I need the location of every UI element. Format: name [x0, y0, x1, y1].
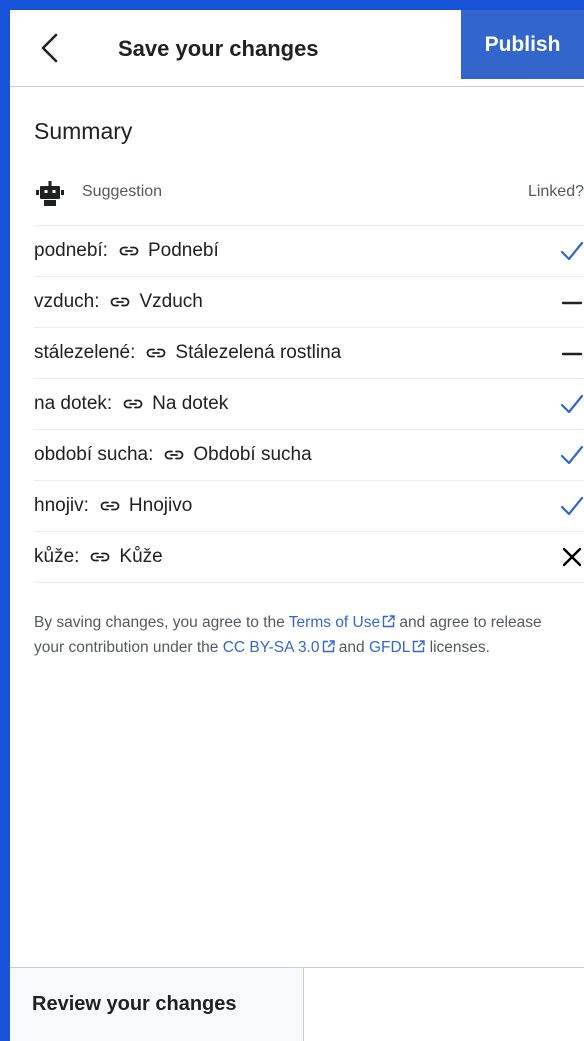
cc-by-sa-link[interactable]: CC BY-SA 3.0	[223, 639, 335, 656]
summary-heading: Summary	[34, 118, 133, 144]
check-icon	[560, 241, 584, 261]
dash-icon	[561, 352, 583, 356]
suggestion-column-label: Suggestion	[82, 183, 163, 200]
external-link-icon	[413, 640, 426, 653]
review-changes-button[interactable]: Review your changes	[10, 968, 304, 1041]
close-icon	[562, 547, 582, 567]
external-link-icon	[382, 615, 395, 628]
summary-table-header: Suggestion Linked?	[34, 178, 584, 226]
check-icon	[560, 394, 584, 414]
chevron-left-icon	[41, 33, 58, 63]
suggestion-target: Na dotek	[152, 393, 229, 414]
link-icon	[164, 450, 184, 460]
suggestion-word: kůže:	[34, 546, 80, 567]
dialog-header: Save your changes Publish	[10, 10, 584, 87]
legal-text-3: and	[334, 639, 369, 656]
suggestion-target: Stálezelená rostlina	[175, 342, 342, 363]
link-icon	[123, 399, 143, 409]
linked-column-label: Linked?	[527, 183, 584, 200]
suggestion-word: období sucha:	[34, 444, 154, 465]
terms-of-use-link[interactable]: Terms of Use	[289, 614, 395, 631]
gfdl-link-text: GFDL	[368, 639, 411, 656]
link-icon	[100, 501, 120, 511]
legal-text-4: licenses.	[425, 639, 490, 656]
link-icon	[119, 246, 139, 256]
link-icon	[91, 552, 110, 562]
suggestion-row: podnebí: Podnebí	[34, 226, 584, 277]
suggestion-target: Hnojivo	[128, 495, 193, 516]
suggestion-row: hnojiv: Hnojivo	[34, 481, 584, 532]
suggestion-word: stálezelené:	[34, 342, 136, 363]
suggestion-row: období sucha: Období sucha	[34, 430, 584, 481]
publish-button[interactable]: Publish	[461, 10, 584, 79]
external-link-icon	[322, 640, 335, 653]
suggestion-word: na dotek:	[34, 393, 113, 414]
suggestion-target: Období sucha	[193, 444, 312, 465]
suggestion-target: Kůže	[119, 546, 163, 567]
check-icon	[560, 496, 584, 516]
suggestion-word: hnojiv:	[34, 495, 89, 516]
legal-text-1: By saving changes, you agree to the	[34, 614, 289, 631]
dialog-footer: Review your changes	[10, 967, 584, 1041]
robot-icon	[36, 181, 64, 206]
link-icon	[147, 348, 166, 358]
link-icon	[111, 297, 130, 307]
suggestion-word: vzduch:	[34, 291, 100, 312]
save-dialog: Save your changes Publish Summary Sugges…	[10, 10, 584, 1041]
terms-of-use-link-text: Terms of Use	[288, 614, 381, 631]
legal-notice: By saving changes, you agree to the Term…	[34, 610, 574, 660]
suggestion-row: vzduch: Vzduch	[34, 277, 584, 328]
suggestion-row: na dotek: Na dotek	[34, 379, 584, 430]
suggestion-row: stálezelené: Stálezelená rostlina	[34, 328, 584, 379]
suggestion-word: podnebí:	[34, 240, 108, 261]
gfdl-link[interactable]: GFDL	[368, 639, 426, 656]
dash-icon	[561, 301, 583, 305]
check-icon	[560, 445, 584, 465]
suggestion-target: Vzduch	[139, 291, 203, 312]
dialog-title: Save your changes	[118, 36, 319, 61]
suggestion-target: Podnebí	[147, 240, 219, 261]
suggestion-row: kůže: Kůže	[34, 532, 584, 583]
cc-by-sa-link-text: CC BY-SA 3.0	[222, 639, 320, 656]
back-button[interactable]	[28, 26, 72, 70]
suggestion-list: podnebí: Podnebí vzduch: Vzduch stálezel…	[34, 226, 584, 583]
